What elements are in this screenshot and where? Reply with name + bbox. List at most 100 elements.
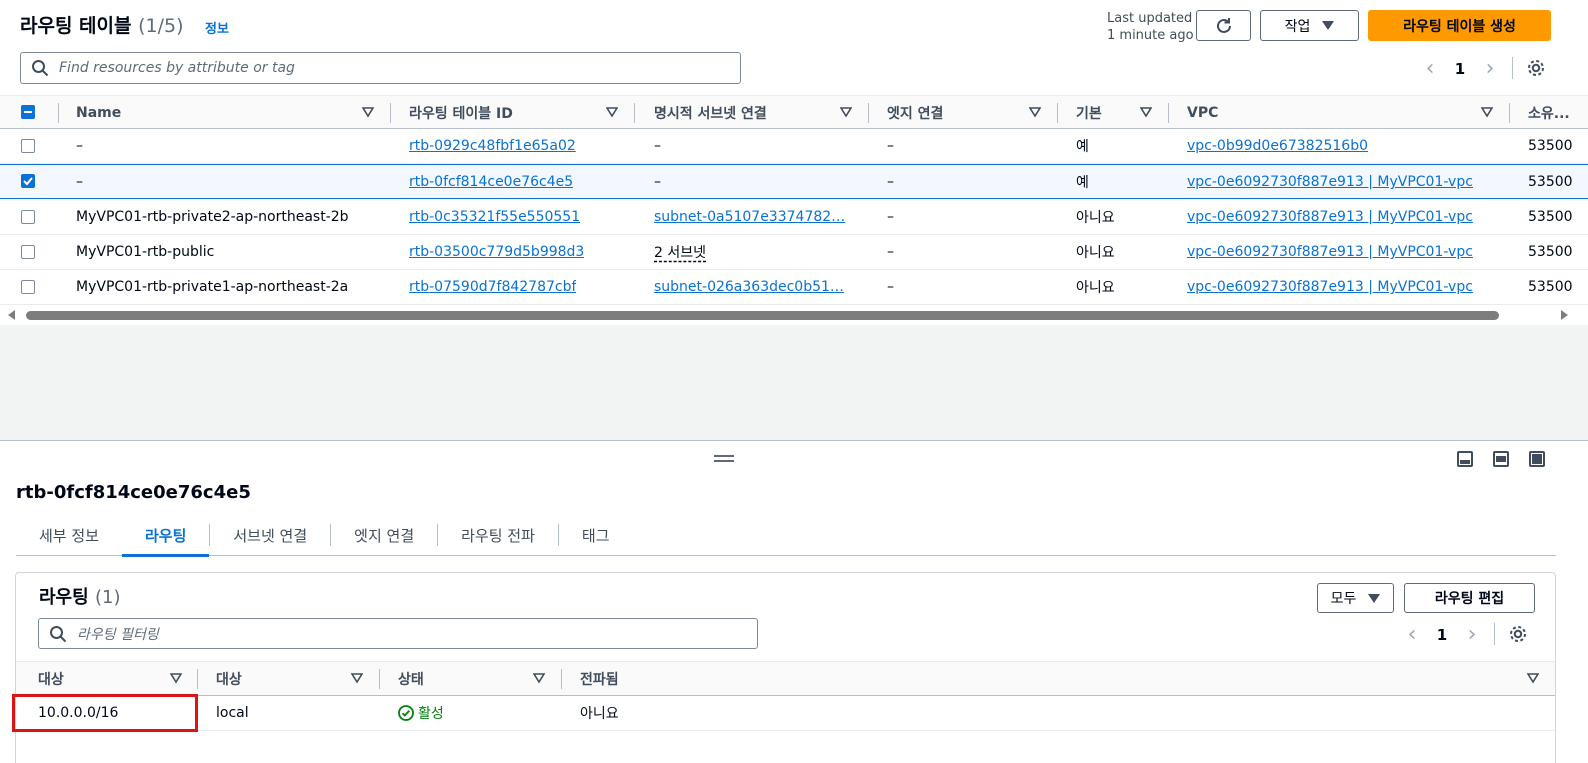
routes-pagination: ‹ 1 › [1397, 622, 1487, 647]
actions-dropdown[interactable]: 작업 [1260, 10, 1359, 41]
column-header-name[interactable]: Name [76, 96, 121, 130]
column-header-owner[interactable]: 소유... [1528, 96, 1570, 130]
last-updated-time: 1 minute ago [1107, 28, 1194, 43]
create-route-table-button[interactable]: 라우팅 테이블 생성 [1368, 10, 1551, 41]
route-tables-panel: 라우팅 테이블 (1/5) 정보 Last updated 1 minute a… [0, 0, 1588, 325]
panel-side-icon[interactable] [1493, 451, 1509, 467]
row-checkbox[interactable] [21, 245, 35, 259]
edit-routes-button[interactable]: 라우팅 편집 [1404, 583, 1535, 613]
routes-title-text: 라우팅 [39, 587, 89, 608]
route-propagated: 아니요 [580, 706, 619, 722]
row-checkbox[interactable] [21, 280, 35, 294]
route-tables-area: 라우팅 테이블 (1/5) 정보 Last updated 1 minute a… [0, 0, 1588, 440]
table-header: Name 라우팅 테이블 ID 명시적 서브넷 연결 엣지 연결 기본 VPC … [0, 95, 1588, 129]
table-row[interactable]: MyVPC01-rtb-private2-ap-northeast-2b rtb… [0, 200, 1588, 235]
vpc-link[interactable]: vpc-0b99d0e67382516b0 [1187, 129, 1368, 163]
sort-icon[interactable] [351, 672, 363, 684]
search-input[interactable]: Find resources by attribute or tag [59, 60, 295, 76]
column-header-target[interactable]: 대상 [216, 662, 242, 696]
table-row[interactable]: – rtb-0929c48fbf1e65a02 – – 예 vpc-0b99d0… [0, 129, 1588, 164]
tab-tags[interactable]: 태그 [559, 514, 633, 556]
info-link[interactable]: 정보 [205, 18, 229, 37]
gear-icon[interactable] [1525, 57, 1547, 79]
refresh-button[interactable] [1196, 10, 1251, 41]
scrollbar-thumb[interactable] [26, 311, 1499, 320]
actions-label: 작업 [1284, 18, 1311, 35]
table-row[interactable]: MyVPC01-rtb-private1-ap-northeast-2a rtb… [0, 270, 1588, 305]
tab-edge-associations[interactable]: 엣지 연결 [331, 514, 437, 556]
prev-page-icon[interactable]: ‹ [1415, 56, 1445, 81]
row-main: 아니요 [1076, 245, 1115, 261]
column-header-vpc[interactable]: VPC [1187, 96, 1218, 130]
sort-icon[interactable] [1140, 106, 1152, 118]
route-table-id-link[interactable]: rtb-0fcf814ce0e76c4e5 [409, 165, 573, 199]
scroll-left-icon[interactable] [8, 310, 15, 320]
route-table-id-link[interactable]: rtb-07590d7f842787cbf [409, 270, 576, 304]
route-search-input[interactable]: 라우팅 필터링 [77, 624, 159, 644]
tab-route-propagation[interactable]: 라우팅 전파 [438, 514, 558, 556]
tab-subnet-associations[interactable]: 서브넷 연결 [210, 514, 330, 556]
row-checkbox[interactable] [21, 174, 35, 188]
divider [379, 669, 380, 689]
drag-handle-icon[interactable] [714, 455, 734, 465]
route-table-id-link[interactable]: rtb-0c35321f55e550551 [409, 200, 580, 234]
divider [197, 669, 198, 689]
next-page-icon[interactable]: › [1475, 56, 1505, 81]
column-header-status[interactable]: 상태 [398, 662, 424, 696]
routes-title: 라우팅 (1) [39, 583, 120, 609]
route-row[interactable]: 10.0.0.0/16 local 활성 아니요 [16, 696, 1555, 731]
sort-icon[interactable] [1029, 106, 1041, 118]
status-ok-icon [398, 705, 414, 721]
vpc-link[interactable]: vpc-0e6092730f887e913 | MyVPC01-vpc [1187, 270, 1473, 304]
subnet-link[interactable]: subnet-026a363dec0b51… [654, 270, 854, 304]
gear-icon[interactable] [1507, 623, 1529, 645]
horizontal-scrollbar[interactable] [0, 307, 1588, 323]
pagination: ‹ 1 › [1415, 56, 1505, 81]
row-name: MyVPC01-rtb-private1-ap-northeast-2a [76, 279, 349, 295]
divider [1057, 103, 1058, 123]
sort-icon[interactable] [170, 672, 182, 684]
row-main: 아니요 [1076, 210, 1115, 226]
route-table-id-link[interactable]: rtb-0929c48fbf1e65a02 [409, 129, 576, 163]
row-checkbox[interactable] [21, 139, 35, 153]
sort-icon[interactable] [362, 106, 374, 118]
route-table-id-link[interactable]: rtb-03500c779d5b998d3 [409, 235, 584, 269]
route-filter-search[interactable]: 라우팅 필터링 [38, 618, 758, 649]
page-number[interactable]: 1 [1445, 60, 1475, 78]
vpc-link[interactable]: vpc-0e6092730f887e913 | MyVPC01-vpc [1187, 235, 1473, 269]
vpc-link[interactable]: vpc-0e6092730f887e913 | MyVPC01-vpc [1187, 200, 1473, 234]
route-filter-dropdown[interactable]: 모두 [1317, 583, 1394, 613]
panel-full-icon[interactable] [1529, 451, 1545, 467]
page-title: 라우팅 테이블 (1/5) [20, 11, 184, 38]
column-header-edge-associations[interactable]: 엣지 연결 [887, 96, 943, 130]
table-row-selected[interactable]: – rtb-0fcf814ce0e76c4e5 – – 예 vpc-0e6092… [0, 164, 1588, 199]
column-header-destination[interactable]: 대상 [38, 662, 64, 696]
page-number[interactable]: 1 [1427, 626, 1457, 644]
vpc-link[interactable]: vpc-0e6092730f887e913 | MyVPC01-vpc [1187, 165, 1473, 199]
sort-icon[interactable] [1527, 672, 1539, 684]
scroll-right-icon[interactable] [1561, 310, 1568, 320]
panel-bottom-icon[interactable] [1457, 451, 1473, 467]
sort-icon[interactable] [533, 672, 545, 684]
table-row[interactable]: MyVPC01-rtb-public rtb-03500c779d5b998d3… [0, 235, 1588, 270]
row-owner: 53500 [1528, 279, 1573, 295]
select-all-checkbox[interactable] [21, 105, 35, 119]
subnet-link[interactable]: subnet-0a5107e3374782… [654, 200, 854, 234]
row-name: – [76, 138, 83, 154]
column-header-propagated[interactable]: 전파됨 [580, 662, 619, 696]
sort-icon[interactable] [606, 106, 618, 118]
row-edge: – [887, 209, 894, 225]
next-page-icon[interactable]: › [1457, 622, 1487, 647]
tab-details[interactable]: 세부 정보 [16, 514, 122, 556]
sort-icon[interactable] [1481, 106, 1493, 118]
resource-search[interactable]: Find resources by attribute or tag [20, 52, 741, 84]
tab-routes[interactable]: 라우팅 [121, 514, 210, 557]
row-checkbox[interactable] [21, 210, 35, 224]
column-header-subnet-associations[interactable]: 명시적 서브넷 연결 [654, 96, 767, 130]
divider [1494, 623, 1495, 645]
column-header-route-table-id[interactable]: 라우팅 테이블 ID [409, 96, 513, 130]
subnet-count-popover[interactable]: 2 서브넷 [654, 235, 706, 269]
column-header-main[interactable]: 기본 [1076, 96, 1102, 130]
prev-page-icon[interactable]: ‹ [1397, 622, 1427, 647]
sort-icon[interactable] [840, 106, 852, 118]
